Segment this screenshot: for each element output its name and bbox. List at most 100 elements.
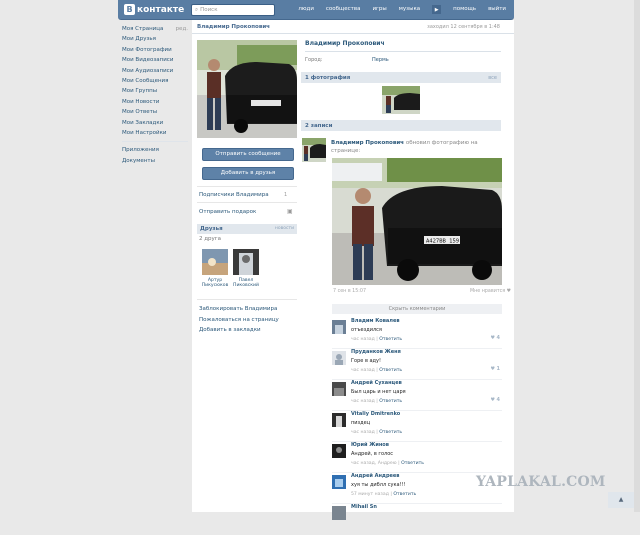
- comment-avatar[interactable]: [332, 382, 346, 396]
- comment-avatar[interactable]: [332, 444, 346, 458]
- reply-link[interactable]: Ответить: [379, 399, 402, 404]
- comment-author[interactable]: Владим Ковалев: [351, 318, 400, 324]
- menu-friends[interactable]: Мои Друзья: [122, 34, 188, 44]
- friend-card[interactable]: Павел Пиковский: [232, 249, 260, 288]
- post-author-name[interactable]: Владимир Прокопович: [331, 140, 404, 146]
- search-input[interactable]: ⌕ Поиск: [191, 4, 275, 16]
- comment-time[interactable]: 57 минут назад: [351, 492, 389, 497]
- reply-link[interactable]: Ответить: [393, 492, 416, 497]
- vk-logo[interactable]: B контакте: [124, 4, 184, 15]
- comment-author[interactable]: Андрей Андреев: [351, 473, 399, 479]
- comment-like-count: 4: [496, 335, 500, 341]
- comment-time[interactable]: час назад: [351, 399, 375, 404]
- comment-meta: час назад | Ответить: [351, 430, 403, 435]
- comment-time[interactable]: час назад, Андрею: [351, 461, 397, 466]
- friends-title: Друзья: [200, 226, 223, 232]
- comment-author[interactable]: Андрей Суханцев: [351, 380, 402, 386]
- comment-time[interactable]: час назад: [351, 337, 375, 342]
- friends-news-link[interactable]: новости: [275, 226, 294, 231]
- menu-bookmarks[interactable]: Мои Закладки: [122, 118, 188, 128]
- comment-like[interactable]: ♥ 4: [490, 335, 500, 341]
- menu-apps[interactable]: Приложения: [122, 145, 188, 155]
- menu-audios[interactable]: Мои Аудиозаписи: [122, 66, 188, 76]
- profile-header: Владимир Прокопович заходил 12 сентября …: [192, 20, 514, 34]
- comment-text: Горе в аду!: [351, 358, 381, 364]
- comment-author[interactable]: Юрий Жинов: [351, 442, 389, 448]
- photo-thumbnail[interactable]: [382, 86, 420, 114]
- profile-avatar[interactable]: [197, 40, 297, 138]
- hide-comments-button[interactable]: Скрыть комментарии: [332, 304, 502, 314]
- add-bookmark-link[interactable]: Добавить в закладки: [199, 327, 261, 333]
- menu-photos[interactable]: Мои Фотографии: [122, 45, 188, 55]
- comment-author[interactable]: Пруданков Женя: [351, 349, 401, 355]
- window-scrollbar[interactable]: [634, 0, 640, 512]
- scroll-up-button[interactable]: ▲: [608, 492, 634, 508]
- posts-title: 2 записи: [305, 122, 333, 129]
- gift-icon: ▣: [287, 208, 293, 215]
- divider: [305, 51, 501, 52]
- reply-link[interactable]: Ответить: [379, 368, 402, 373]
- post-author: Владимир Прокопович обновил фотографию н…: [331, 139, 491, 155]
- nav-games[interactable]: игры: [372, 6, 386, 14]
- friend-card[interactable]: Артур Пикусюков: [201, 249, 229, 288]
- send-gift-link[interactable]: Отправить подарок: [199, 209, 256, 215]
- menu-settings[interactable]: Мои Настройки: [122, 128, 188, 138]
- city-value[interactable]: Пермь: [372, 57, 389, 63]
- comment-avatar[interactable]: [332, 506, 346, 520]
- nav-help[interactable]: помощь: [453, 6, 476, 14]
- comment-item: Владим Ковалев отъездился час назад | От…: [332, 318, 502, 349]
- menu-divider: [122, 138, 188, 143]
- subscribers-count: 1: [284, 192, 288, 198]
- nav-logout[interactable]: выйти: [488, 6, 506, 14]
- menu-messages[interactable]: Мои Сообщения: [122, 76, 188, 86]
- post-author-avatar[interactable]: [302, 138, 326, 162]
- comment-time[interactable]: час назад: [351, 368, 375, 373]
- menu-edit-link[interactable]: ред.: [176, 24, 188, 34]
- menu-docs[interactable]: Документы: [122, 156, 188, 166]
- comment-avatar[interactable]: [332, 413, 346, 427]
- add-friend-button[interactable]: Добавить в друзья: [202, 167, 294, 180]
- like-label: Мне нравится: [470, 289, 506, 294]
- post-time[interactable]: 7 сен в 15:07: [333, 289, 366, 294]
- comment-like[interactable]: ♥ 4: [490, 397, 500, 403]
- nav-music[interactable]: музыка: [399, 6, 420, 14]
- post-photo[interactable]: А427ВВ 159: [332, 158, 502, 285]
- comment-text: Был царь и нет царя: [351, 389, 406, 395]
- play-icon[interactable]: ▶: [432, 5, 442, 14]
- license-plate: А427ВВ 159: [426, 239, 459, 245]
- photos-header[interactable]: 1 фотография все: [301, 72, 501, 83]
- divider: [197, 202, 297, 203]
- reply-link[interactable]: Ответить: [379, 337, 402, 342]
- subscribers-link[interactable]: Подписчики Владимира: [199, 192, 269, 198]
- report-page-link[interactable]: Пожаловаться на страницу: [199, 317, 279, 323]
- comment-author[interactable]: Vitaliy Dmitrenko: [351, 411, 400, 417]
- menu-news[interactable]: Мои Новости: [122, 97, 188, 107]
- comment-like[interactable]: ♥ 1: [490, 366, 500, 372]
- last-seen-status: заходил 12 сентября в 1:48: [427, 24, 500, 30]
- comment-avatar[interactable]: [332, 320, 346, 334]
- top-bar: B контакте ⌕ Поиск люди сообщества игры …: [118, 0, 514, 20]
- block-user-link[interactable]: Заблокировать Владимира: [199, 306, 277, 312]
- send-message-button[interactable]: Отправить сообщение: [202, 148, 294, 161]
- comment-avatar[interactable]: [332, 351, 346, 365]
- menu-answers[interactable]: Мои Ответы: [122, 107, 188, 117]
- menu-videos[interactable]: Мои Видеозаписи: [122, 55, 188, 65]
- divider: [197, 299, 297, 300]
- post-like-button[interactable]: Мне нравится ♥: [470, 289, 511, 294]
- menu-groups[interactable]: Мои Группы: [122, 86, 188, 96]
- photos-all-link[interactable]: все: [488, 75, 497, 81]
- heart-icon: ♥: [506, 289, 511, 294]
- menu-my-page[interactable]: Моя Страница ред.: [122, 24, 188, 34]
- comment-like-count: 4: [496, 397, 500, 403]
- comment-author[interactable]: Mihail Sn: [351, 504, 377, 510]
- menu-label: Моя Страница: [122, 26, 164, 32]
- comment-time[interactable]: час назад: [351, 430, 375, 435]
- vk-logo-icon: B: [124, 4, 135, 15]
- reply-link[interactable]: Ответить: [401, 461, 424, 466]
- reply-link[interactable]: Ответить: [379, 430, 402, 435]
- comment-avatar[interactable]: [332, 475, 346, 489]
- nav-people[interactable]: люди: [298, 6, 314, 14]
- friends-count: 2 друга: [199, 236, 222, 242]
- nav-communities[interactable]: сообщества: [326, 6, 361, 14]
- friends-block-header[interactable]: Друзья новости: [197, 224, 297, 234]
